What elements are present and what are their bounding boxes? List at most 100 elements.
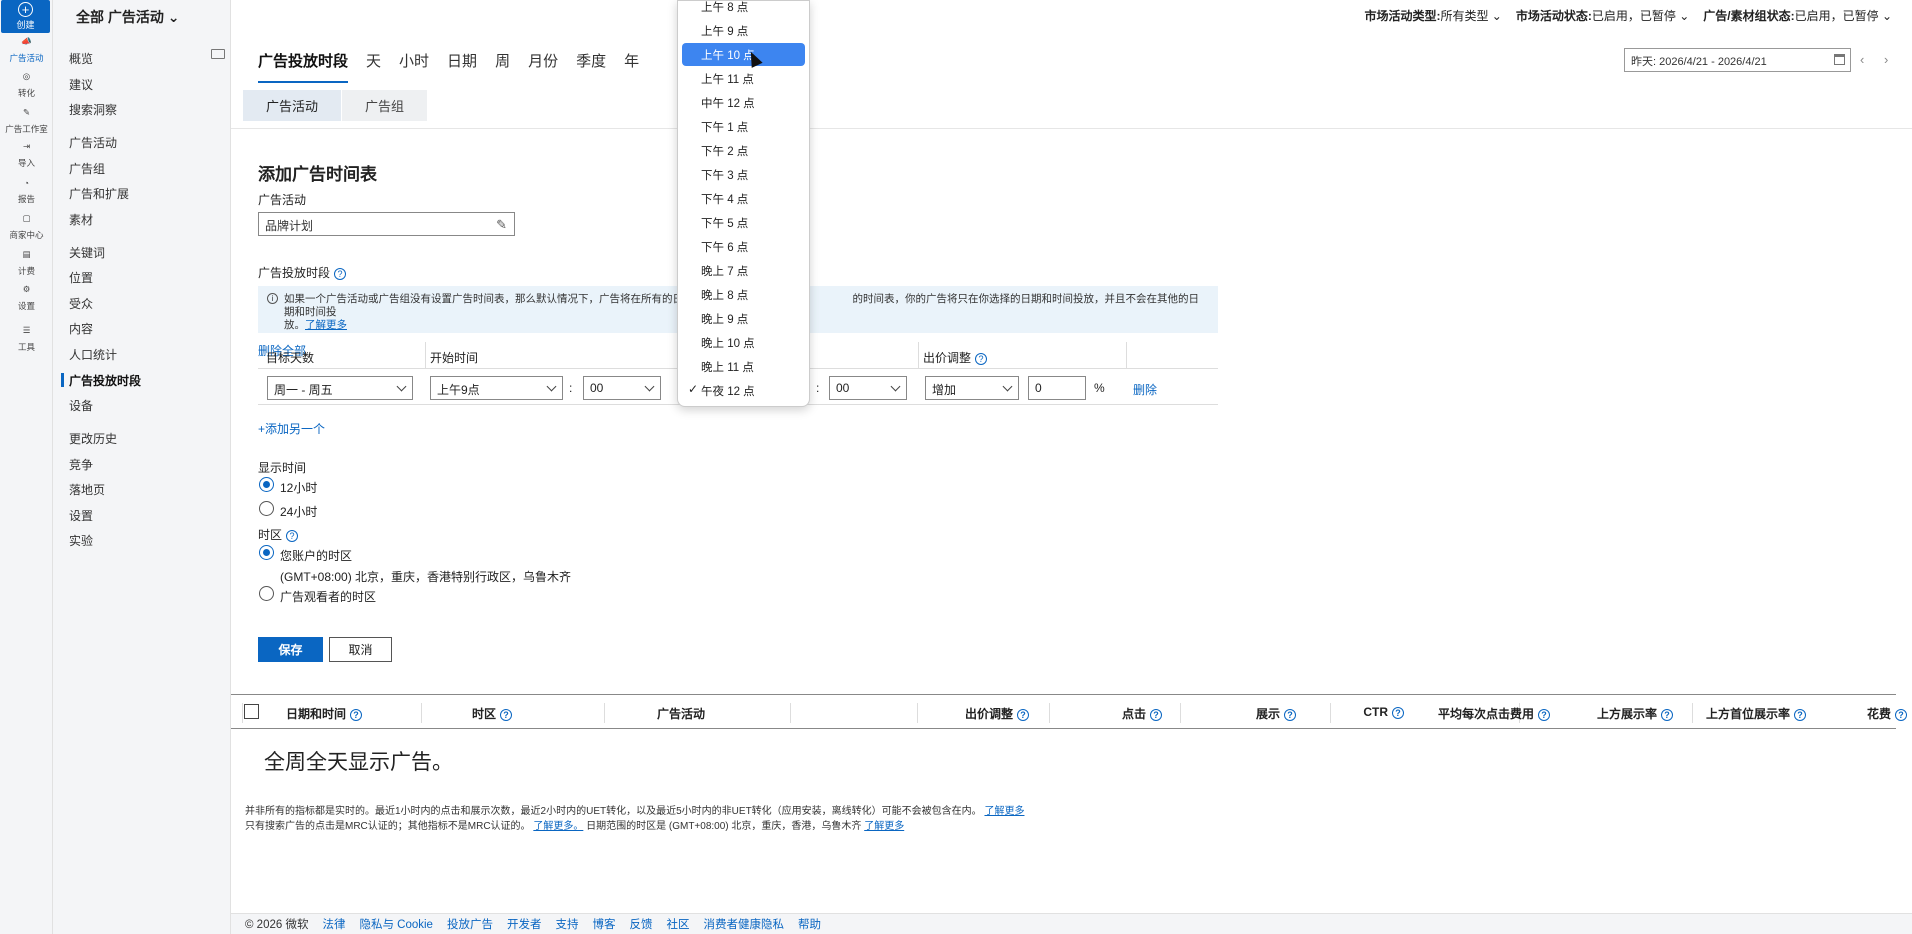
help-icon[interactable]: ? (334, 267, 347, 280)
prev-date-icon[interactable]: ‹ (1860, 52, 1864, 67)
footer-link[interactable]: 法律 (322, 916, 345, 932)
footer-link[interactable]: 社区 (666, 916, 689, 932)
dropdown-option[interactable]: 下午 5 点 (682, 211, 805, 234)
grid-col-2[interactable]: 广告活动 (657, 705, 705, 722)
delete-row-link[interactable]: 删除 (1133, 381, 1157, 398)
help-icon[interactable]: ? (1794, 708, 1806, 721)
nav-item[interactable]: 广告活动 (69, 134, 117, 151)
tab-1[interactable]: 天 (366, 50, 381, 83)
footer-link[interactable]: 开发者 (507, 916, 542, 932)
start-minute-select[interactable]: 00 (583, 376, 661, 400)
grid-col-9[interactable]: 上方首位展示率? (1706, 705, 1806, 722)
learn-more-link[interactable]: 了解更多 (864, 821, 904, 832)
collapse-nav-icon[interactable] (211, 49, 225, 59)
nav-item[interactable]: 更改历史 (69, 430, 117, 447)
grid-col-5[interactable]: 展示? (1256, 705, 1296, 722)
radio-account-timezone[interactable] (259, 545, 274, 560)
dropdown-option[interactable]: 上午 10 点 (682, 43, 805, 66)
date-range-picker[interactable]: 昨天: 2026/4/21 - 2026/4/21 (1624, 48, 1851, 72)
help-icon[interactable]: ? (500, 708, 513, 721)
help-icon[interactable]: ? (286, 529, 299, 542)
dropdown-option[interactable]: 晚上 10 点 (682, 331, 805, 354)
bid-type-select[interactable]: 增加 (925, 376, 1019, 400)
dropdown-option[interactable]: 下午 1 点 (682, 115, 805, 138)
dropdown-option[interactable]: 晚上 9 点 (682, 307, 805, 330)
dropdown-option[interactable]: 中午 12 点 (682, 91, 805, 114)
learn-more-link[interactable]: 了解更多 (984, 806, 1024, 817)
dropdown-option[interactable]: 上午 9 点 (682, 19, 805, 42)
dropdown-option[interactable]: 上午 11 点 (682, 67, 805, 90)
nav-item[interactable]: 搜索洞察 (69, 101, 117, 118)
nav-item[interactable]: 位置 (69, 269, 93, 286)
grid-col-8[interactable]: 上方展示率? (1597, 705, 1673, 722)
grid-col-0[interactable]: 日期和时间? (286, 705, 363, 722)
filter-campaign-type[interactable]: 市场活动类型:所有类型 ⌄ (1364, 7, 1501, 24)
help-icon[interactable]: ? (1284, 708, 1296, 721)
help-icon[interactable]: ? (975, 352, 988, 365)
nav-item[interactable]: 实验 (69, 532, 93, 549)
nav-item[interactable]: 广告和扩展 (69, 185, 129, 202)
help-icon[interactable]: ? (1661, 708, 1673, 721)
dropdown-option[interactable]: 晚上 7 点 (682, 259, 805, 282)
nav-item[interactable]: 竞争 (69, 456, 93, 473)
add-another-link[interactable]: +添加另一个 (258, 420, 325, 437)
grid-col-7[interactable]: 平均每次点击费用? (1438, 705, 1550, 722)
nav-item[interactable]: 素材 (69, 211, 93, 228)
dropdown-option[interactable]: ✓ 午夜 12 点 (682, 379, 805, 402)
help-icon[interactable]: ? (1017, 708, 1029, 721)
nav-item[interactable]: 广告投放时段 (60, 372, 141, 389)
dropdown-option[interactable]: 下午 2 点 (682, 139, 805, 162)
nav-item[interactable]: 设置 (69, 507, 93, 524)
grid-col-3[interactable]: 出价调整? (965, 705, 1029, 722)
target-days-select[interactable]: 周一 - 周五 (267, 376, 413, 400)
help-icon[interactable]: ? (350, 708, 363, 721)
help-icon[interactable]: ? (1538, 708, 1550, 721)
dropdown-option[interactable]: 晚上 8 点 (682, 283, 805, 306)
radio-viewer-timezone[interactable] (259, 586, 274, 601)
dropdown-option[interactable]: 晚上 11 点 (682, 355, 805, 378)
nav-item[interactable]: 人口统计 (69, 346, 117, 363)
nav-item[interactable]: 建议 (69, 76, 93, 93)
footer-link[interactable]: 消费者健康隐私 (703, 916, 784, 932)
filter-campaign-status[interactable]: 市场活动状态:已启用，已暂停 ⌄ (1516, 7, 1689, 24)
nav-item[interactable]: 广告组 (69, 160, 105, 177)
rail-item-tools[interactable]: ☰ 工具 (0, 316, 53, 359)
next-date-icon[interactable]: › (1884, 52, 1888, 67)
learn-more-link[interactable]: 了解更多。 (533, 821, 583, 832)
help-icon[interactable]: ? (1895, 708, 1907, 721)
account-selector[interactable]: 全部 广告活动 ⌄ (76, 7, 180, 27)
footer-link[interactable]: 帮助 (798, 916, 821, 932)
help-icon[interactable]: ? (1150, 708, 1162, 721)
footer-link[interactable]: 支持 (555, 916, 578, 932)
footer-link[interactable]: 投放广告 (447, 916, 493, 932)
bid-value-input[interactable]: 0 (1028, 376, 1086, 400)
dropdown-option[interactable]: 下午 6 点 (682, 235, 805, 258)
grid-col-6[interactable]: CTR? (1363, 705, 1404, 719)
tab-4[interactable]: 周 (495, 50, 510, 83)
radio-24h[interactable] (259, 501, 274, 516)
save-button[interactable]: 保存 (258, 637, 323, 662)
nav-item[interactable]: 概览 (69, 50, 93, 67)
start-hour-select[interactable]: 上午9点 (430, 376, 563, 400)
footer-link[interactable]: 隐私与 Cookie (359, 916, 433, 932)
end-minute-select[interactable]: 00 (829, 376, 907, 400)
pencil-icon[interactable]: ✎ (496, 217, 507, 233)
nav-item[interactable]: 内容 (69, 320, 93, 337)
campaign-field[interactable]: 品牌计划 ✎ (258, 212, 515, 236)
grid-col-4[interactable]: 点击? (1122, 705, 1162, 722)
nav-item[interactable]: 设备 (69, 397, 93, 414)
footer-link[interactable]: 博客 (592, 916, 615, 932)
nav-item[interactable]: 受众 (69, 295, 93, 312)
tab-2[interactable]: 小时 (399, 50, 429, 83)
grid-col-1[interactable]: 时区? (472, 705, 513, 722)
subtab-0[interactable]: 广告活动 (243, 90, 342, 121)
dropdown-option[interactable]: 下午 4 点 (682, 187, 805, 210)
tab-7[interactable]: 年 (624, 50, 639, 83)
grid-col-10[interactable]: 花费? (1867, 705, 1907, 722)
nav-item[interactable]: 落地页 (69, 481, 105, 498)
tab-6[interactable]: 季度 (576, 50, 606, 83)
dropdown-option[interactable]: 下午 3 点 (682, 163, 805, 186)
filter-ad-status[interactable]: 广告/素材组状态:已启用，已暂停 ⌄ (1703, 7, 1892, 24)
help-icon[interactable]: ? (1392, 706, 1404, 719)
tab-3[interactable]: 日期 (447, 50, 477, 83)
